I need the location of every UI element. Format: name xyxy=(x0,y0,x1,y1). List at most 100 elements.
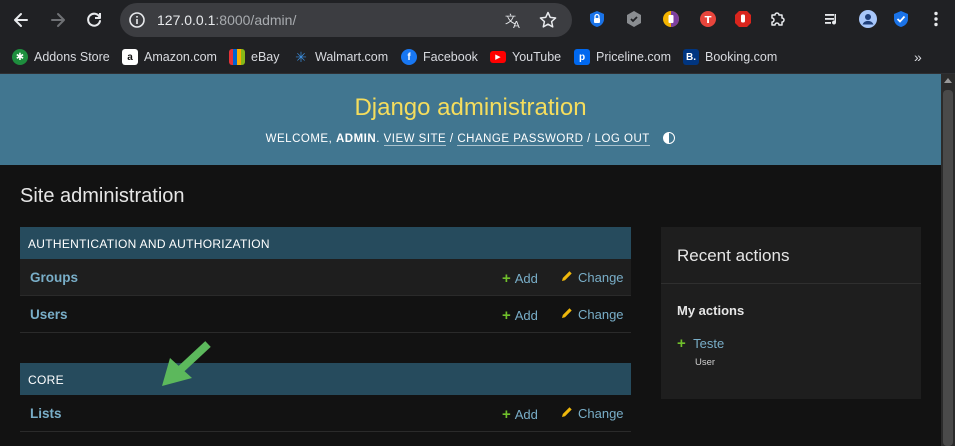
bookmark-label: eBay xyxy=(251,50,280,64)
colorful-extension-icon[interactable] xyxy=(661,9,681,29)
change-groups-link[interactable]: Change xyxy=(561,270,624,285)
back-button[interactable] xyxy=(9,8,33,32)
add-groups-link[interactable]: + Add xyxy=(502,270,538,287)
svg-text:T: T xyxy=(705,15,712,26)
bookmarks-overflow-button[interactable]: » xyxy=(914,49,930,65)
bookmark-label: Priceline.com xyxy=(596,50,672,64)
bookmark-booking[interactable]: B. Booking.com xyxy=(683,47,777,67)
model-link-groups[interactable]: Groups xyxy=(30,270,78,285)
bookmark-star-icon[interactable] xyxy=(538,10,558,30)
shield-check-extension-icon[interactable] xyxy=(891,9,911,29)
model-list: Groups + Add Change Users + Add Change xyxy=(20,259,631,333)
url-text[interactable]: 127.0.0.1:8000/admin/ xyxy=(157,12,296,28)
add-label: Add xyxy=(514,271,538,286)
recent-action-name: Teste xyxy=(693,336,725,351)
change-label: Change xyxy=(578,307,624,322)
reload-button[interactable] xyxy=(82,8,106,32)
bookmark-label: Walmart.com xyxy=(315,50,389,64)
bookmark-label: Facebook xyxy=(423,50,478,64)
site-info-icon[interactable] xyxy=(128,11,146,29)
theme-toggle-icon[interactable] xyxy=(663,132,676,144)
red-pin-extension-icon[interactable]: T xyxy=(698,9,718,29)
bookmark-facebook[interactable]: f Facebook xyxy=(401,47,478,67)
view-site-link[interactable]: View site xyxy=(383,133,447,146)
site-branding[interactable]: Django administration xyxy=(0,94,941,122)
forward-button[interactable] xyxy=(46,8,70,32)
change-label: Change xyxy=(578,270,624,285)
bookmark-addons-store[interactable]: ✱ Addons Store xyxy=(12,47,110,67)
page-title: Site administration xyxy=(20,185,185,207)
module-auth: Authentication and Authorization Groups … xyxy=(20,227,631,333)
recent-actions-title: Recent actions xyxy=(677,246,790,265)
svg-text:A: A xyxy=(513,20,520,29)
username: admin xyxy=(335,133,377,145)
change-users-link[interactable]: Change xyxy=(561,307,624,322)
module-caption[interactable]: Authentication and Authorization xyxy=(20,227,631,259)
amazon-icon: a xyxy=(122,49,138,65)
log-out-link[interactable]: Log out xyxy=(594,133,650,146)
bookmark-walmart[interactable]: ✳ Walmart.com xyxy=(293,47,388,67)
model-link-users[interactable]: Users xyxy=(30,307,68,322)
change-lists-link[interactable]: Change xyxy=(561,406,624,421)
module-caption[interactable]: Core xyxy=(20,363,631,395)
url-host: 127.0.0.1 xyxy=(157,12,216,28)
booking-icon: B. xyxy=(683,49,699,65)
bookmark-priceline[interactable]: p Priceline.com xyxy=(574,47,671,67)
model-row-groups: Groups + Add Change xyxy=(20,259,631,296)
scroll-thumb[interactable] xyxy=(943,90,953,446)
stop-hand-extension-icon[interactable] xyxy=(733,9,753,29)
change-label: Change xyxy=(578,406,624,421)
priceline-icon: p xyxy=(574,49,590,65)
add-lists-link[interactable]: + Add xyxy=(502,406,538,423)
addons-store-icon: ✱ xyxy=(12,49,28,65)
admin-page: Django administration Welcome, admin. Vi… xyxy=(0,74,941,446)
bookmark-label: Addons Store xyxy=(34,50,110,64)
back-arrow-icon xyxy=(14,13,28,27)
ebay-icon xyxy=(229,49,245,65)
bookmark-label: Amazon.com xyxy=(144,50,217,64)
pencil-icon xyxy=(562,308,572,318)
add-plus-icon: + xyxy=(502,406,511,423)
add-label: Add xyxy=(514,407,538,422)
pencil-icon xyxy=(562,407,572,417)
bookmark-amazon[interactable]: a Amazon.com xyxy=(122,47,217,67)
admin-header: Django administration Welcome, admin. Vi… xyxy=(0,74,941,165)
user-tools: Welcome, admin. View site / Change passw… xyxy=(0,132,941,146)
recent-action-type: User xyxy=(695,357,716,368)
model-row-users: Users + Add Change xyxy=(20,296,631,333)
url-path: :8000/admin/ xyxy=(215,12,297,28)
add-plus-icon: + xyxy=(502,307,511,324)
hexagon-extension-icon[interactable] xyxy=(624,9,644,29)
media-queue-icon[interactable] xyxy=(822,9,842,29)
profile-avatar-icon[interactable] xyxy=(858,9,878,29)
scroll-up-arrow-icon[interactable] xyxy=(944,78,952,83)
address-bar[interactable]: 127.0.0.1:8000/admin/ 文A xyxy=(120,3,572,37)
puzzle-extensions-icon[interactable] xyxy=(768,9,788,29)
reload-icon xyxy=(87,12,101,27)
model-row-lists: Lists + Add Change xyxy=(20,395,631,432)
pencil-icon xyxy=(562,271,572,281)
change-password-link[interactable]: Change password xyxy=(457,133,584,146)
model-list: Lists + Add Change xyxy=(20,395,631,432)
forward-arrow-icon xyxy=(51,13,65,27)
browser-menu-icon[interactable] xyxy=(926,9,946,29)
recent-divider xyxy=(661,283,921,284)
annotation-arrow-icon xyxy=(162,341,211,386)
recent-actions-panel: Recent actions My actions + Teste User xyxy=(661,227,921,399)
add-label: Add xyxy=(514,308,538,323)
welcome-text: Welcome, xyxy=(265,133,333,145)
module-core: Core Lists + Add Change xyxy=(20,363,631,432)
walmart-icon: ✳ xyxy=(295,48,307,65)
my-actions-heading: My actions xyxy=(677,303,745,318)
bookmark-label: Booking.com xyxy=(705,50,778,64)
add-users-link[interactable]: + Add xyxy=(502,307,538,324)
youtube-icon: ▶ xyxy=(490,51,506,63)
bookmark-ebay[interactable]: eBay xyxy=(229,47,280,67)
password-lock-extension-icon[interactable] xyxy=(587,9,607,29)
bookmark-youtube[interactable]: ▶ YouTube xyxy=(490,47,561,67)
translate-icon[interactable]: 文A xyxy=(504,10,524,30)
add-plus-icon: + xyxy=(502,270,511,287)
model-link-lists[interactable]: Lists xyxy=(30,406,62,421)
bookmarks-bar: ✱ Addons Store a Amazon.com eBay ✳ Walma… xyxy=(0,40,955,74)
recent-action-item[interactable]: + Teste xyxy=(677,335,724,352)
